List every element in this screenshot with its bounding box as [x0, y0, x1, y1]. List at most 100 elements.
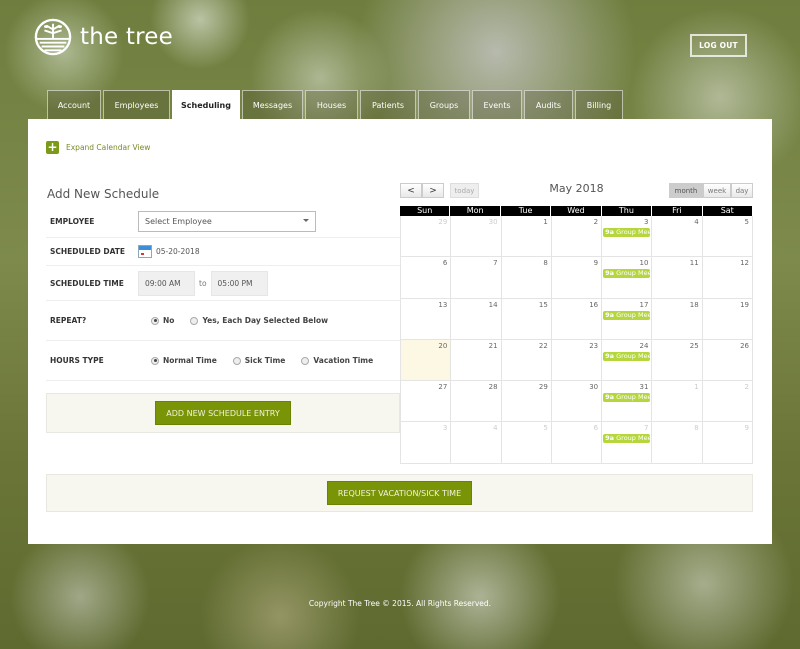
calendar-day[interactable]: 19	[702, 298, 753, 340]
add-schedule-form: EMPLOYEE Select Employee SCHEDULED DATE …	[46, 206, 400, 433]
calendar-day[interactable]: 1	[501, 216, 552, 258]
calendar-day[interactable]: 15	[501, 298, 552, 340]
calendar-day[interactable]: 26	[702, 339, 753, 382]
logout-button[interactable]: LOG OUT	[690, 34, 747, 57]
radio-label: Yes, Each Day Selected Below	[202, 316, 329, 325]
calendar-day[interactable]: 12	[702, 257, 753, 299]
calendar-day[interactable]: 25	[652, 339, 703, 382]
start-time-input[interactable]: 09:00 AM	[138, 270, 195, 296]
calendar-icon[interactable]	[138, 245, 152, 258]
radio-label: Sick Time	[244, 356, 286, 365]
day-number: 31	[639, 383, 649, 392]
calendar-day[interactable]: 16	[551, 298, 603, 340]
normal-time-radio[interactable]: Normal Time	[151, 356, 217, 365]
logo[interactable]: the tree	[34, 17, 173, 57]
calendar-day[interactable]: 28	[451, 381, 502, 423]
calendar-day[interactable]: 29	[401, 216, 452, 258]
calendar-day[interactable]: 30	[551, 381, 603, 423]
event-title: Group Meeti	[616, 434, 651, 443]
calendar-day[interactable]: 6	[401, 257, 452, 299]
calendar-event[interactable]: 9a Group Meeti	[603, 228, 651, 237]
calendar-day[interactable]: 6	[551, 422, 603, 464]
calendar-event[interactable]: 9a Group Meeti	[603, 269, 651, 279]
calendar-day[interactable]: 319a Group Meeti	[602, 381, 653, 423]
day-number: 10	[639, 259, 649, 268]
tab-groups[interactable]: Groups	[418, 90, 470, 119]
tab-patients[interactable]: Patients	[360, 90, 416, 119]
vacation-time-radio[interactable]: Vacation Time	[301, 356, 373, 365]
calendar-day-today[interactable]: 20	[401, 339, 452, 382]
calendar-event[interactable]: 9a Group Meeti	[603, 310, 651, 320]
tab-billing[interactable]: Billing	[575, 90, 623, 119]
calendar-day[interactable]: 79a Group Meeti	[602, 422, 653, 464]
calendar-day[interactable]: 11	[652, 257, 703, 299]
calendar-event[interactable]: 9a Group Meeti	[603, 434, 651, 444]
calendar-day[interactable]: 2	[551, 216, 603, 258]
calendar-day[interactable]: 13	[401, 298, 452, 340]
day-number: 29	[538, 383, 548, 392]
tab-events[interactable]: Events	[472, 90, 522, 119]
calendar-day[interactable]: 9	[702, 422, 753, 464]
event-time: 9a	[605, 269, 615, 278]
day-number: 15	[538, 300, 548, 309]
date-label: SCHEDULED DATE	[50, 247, 126, 256]
week-view-button[interactable]: week	[703, 183, 731, 198]
chevron-down-icon	[303, 219, 309, 222]
calendar-day[interactable]: 5	[501, 422, 552, 464]
sick-time-radio[interactable]: Sick Time	[232, 356, 286, 365]
calendar-day[interactable]: 109a Group Meeti	[602, 257, 653, 299]
weekday-thu: Thu	[602, 206, 653, 216]
calendar-day[interactable]: 21	[451, 339, 502, 382]
repeat-yes-radio[interactable]: Yes, Each Day Selected Below	[190, 316, 328, 325]
tab-houses[interactable]: Houses	[305, 90, 358, 119]
tab-audits[interactable]: Audits	[524, 90, 573, 119]
calendar-day[interactable]: 9	[551, 257, 603, 299]
day-number: 21	[488, 341, 498, 350]
date-value[interactable]: 05-20-2018	[156, 247, 200, 256]
radio-label: Normal Time	[163, 356, 217, 365]
calendar-day[interactable]: 4	[451, 422, 502, 464]
calendar-day[interactable]: 22	[501, 339, 552, 382]
calendar-day[interactable]: 23	[551, 339, 603, 382]
calendar-day[interactable]: 4	[652, 216, 703, 258]
calendar-day[interactable]: 249a Group Meeti	[602, 339, 653, 382]
calendar-day[interactable]: 14	[451, 298, 502, 340]
calendar-day[interactable]: 3	[401, 422, 452, 464]
tab-messages[interactable]: Messages	[242, 90, 303, 119]
calendar-day[interactable]: 179a Group Meeti	[602, 298, 653, 340]
tab-account[interactable]: Account	[47, 90, 101, 119]
calendar-day[interactable]: 7	[451, 257, 502, 299]
month-view-button[interactable]: month	[669, 183, 703, 198]
calendar-day[interactable]: 29	[501, 381, 552, 423]
calendar-day[interactable]: 5	[702, 216, 753, 258]
weekday-tue: Tue	[501, 206, 552, 216]
request-vacation-button[interactable]: REQUEST VACATION/SICK TIME	[327, 481, 472, 505]
calendar-day[interactable]: 8	[501, 257, 552, 299]
calendar-day[interactable]: 30	[451, 216, 502, 258]
repeat-no-radio[interactable]: No	[151, 316, 174, 325]
calendar-event[interactable]: 9a Group Meeti	[603, 393, 651, 403]
day-number: 11	[689, 259, 699, 268]
end-time-input[interactable]: 05:00 PM	[210, 270, 268, 296]
calendar-day[interactable]: 3 9a Group Meeti	[602, 216, 653, 258]
hours-type-label: HOURS TYPE	[50, 356, 104, 365]
calendar-day[interactable]: 27	[401, 381, 452, 423]
day-number: 18	[689, 300, 699, 309]
expand-calendar-link[interactable]: + Expand Calendar View	[46, 141, 150, 154]
calendar-event[interactable]: 9a Group Meeti	[603, 351, 651, 361]
plus-icon: +	[46, 140, 59, 154]
tab-employees[interactable]: Employees	[103, 90, 170, 119]
weekday-sat: Sat	[703, 206, 753, 216]
day-view-button[interactable]: day	[731, 183, 753, 198]
employee-select[interactable]: Select Employee	[138, 211, 316, 232]
day-number: 9	[744, 424, 749, 433]
calendar-day[interactable]: 1	[652, 381, 703, 423]
add-schedule-entry-button[interactable]: ADD NEW SCHEDULE ENTRY	[155, 401, 291, 425]
day-number: 16	[589, 300, 599, 309]
radio-label: No	[163, 316, 175, 325]
calendar-day[interactable]: 8	[652, 422, 703, 464]
form-action-area: ADD NEW SCHEDULE ENTRY	[46, 393, 400, 433]
calendar-day[interactable]: 18	[652, 298, 703, 340]
calendar-day[interactable]: 2	[702, 381, 753, 423]
tab-scheduling[interactable]: Scheduling	[172, 90, 240, 119]
